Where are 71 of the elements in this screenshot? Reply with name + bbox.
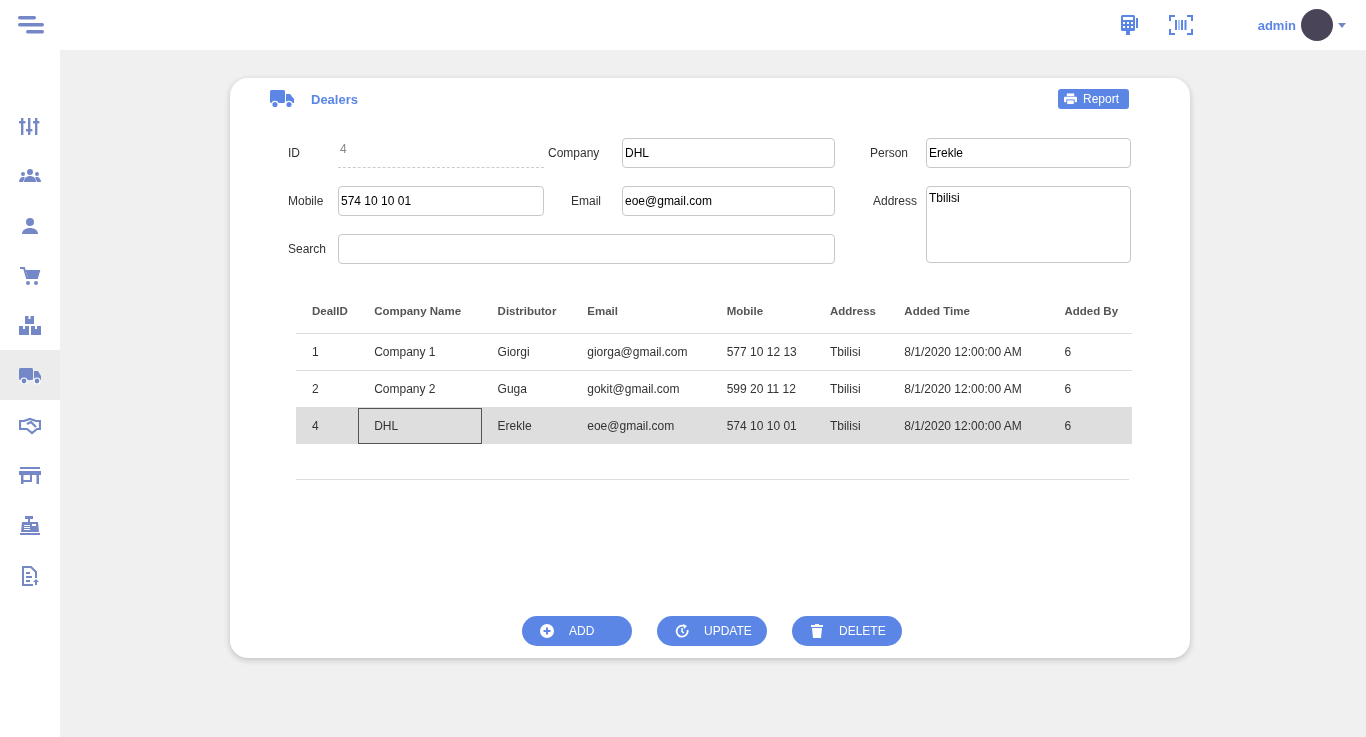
column-header[interactable]: Added Time bbox=[888, 288, 1049, 334]
caret-icon[interactable] bbox=[1338, 22, 1346, 28]
cart-icon bbox=[19, 264, 41, 286]
field-label: Mobile bbox=[288, 194, 325, 208]
menu-icon[interactable] bbox=[18, 16, 44, 34]
refresh-icon bbox=[675, 624, 689, 638]
column-header[interactable]: Address bbox=[813, 288, 889, 334]
field-label: Company bbox=[547, 146, 601, 160]
page-title: Dealers bbox=[311, 91, 358, 107]
column-header[interactable]: Added By bbox=[1048, 288, 1132, 334]
username[interactable]: admin bbox=[1257, 17, 1296, 33]
table-cell: Tbilisi bbox=[813, 333, 889, 371]
table-cell: Guga bbox=[481, 370, 572, 408]
table-cell: DHL bbox=[358, 407, 482, 444]
delete-button[interactable]: DELETE bbox=[792, 616, 902, 646]
table-row[interactable]: 2 Company 2 Guga gokit@gmail.com 599 20 11 12 Tbilisi 8/1/2020 12:00:00 AM 6 bbox=[296, 370, 1132, 408]
table-cell: 8/1/2020 12:00:00 AM bbox=[888, 370, 1049, 408]
table-cell: 1 bbox=[296, 333, 359, 371]
table-cell: 577 10 12 13 bbox=[710, 333, 814, 371]
table-cell: 8/1/2020 12:00:00 AM bbox=[888, 407, 1049, 444]
table-cell: 4 bbox=[296, 407, 359, 444]
person-field[interactable]: Erekle bbox=[926, 138, 1131, 168]
table-cell: 6 bbox=[1048, 407, 1132, 444]
table-cell: giorga@gmail.com bbox=[571, 333, 711, 371]
mobile-field[interactable]: 574 10 10 01 bbox=[338, 186, 544, 216]
company-field[interactable]: DHL bbox=[622, 138, 835, 168]
email-field[interactable]: eoe@gmail.com bbox=[622, 186, 835, 216]
table-cell: 574 10 10 01 bbox=[710, 407, 814, 444]
table-cell: 2 bbox=[296, 370, 359, 408]
table-cell: eoe@gmail.com bbox=[571, 407, 711, 444]
boxes-icon bbox=[19, 314, 41, 336]
printer-icon bbox=[1063, 93, 1077, 105]
field-label: ID bbox=[288, 146, 301, 160]
table-cell: Giorgi bbox=[481, 333, 572, 371]
table-cell: gokit@gmail.com bbox=[571, 370, 711, 408]
table-cell: Tbilisi bbox=[813, 407, 889, 444]
add-button[interactable]: ADD bbox=[522, 616, 632, 646]
address-field[interactable]: Tbilisi bbox=[926, 186, 1131, 263]
column-header[interactable]: Distributor bbox=[481, 288, 572, 334]
table-cell: 6 bbox=[1048, 333, 1132, 371]
truck-icon bbox=[270, 90, 294, 108]
trash-icon bbox=[810, 624, 824, 638]
avatar[interactable] bbox=[1301, 9, 1333, 41]
column-header[interactable]: Email bbox=[571, 288, 711, 334]
table-row[interactable]: 1 Company 1 Giorgi giorga@gmail.com 577 10 12 13 Tbilisi 8/1/2020 12:00:00 AM 6 bbox=[296, 333, 1132, 371]
table-cell: Erekle bbox=[481, 407, 572, 444]
field-label: Search bbox=[288, 242, 328, 256]
id-field: 4 bbox=[338, 138, 544, 168]
field-label: Person bbox=[869, 146, 910, 160]
field-label: Address bbox=[872, 194, 919, 208]
cash-register-icon bbox=[19, 514, 41, 536]
table-cell: Company 2 bbox=[358, 370, 482, 408]
report-button[interactable]: Report bbox=[1057, 89, 1129, 109]
store-icon bbox=[19, 464, 41, 486]
calculator-icon[interactable] bbox=[1120, 15, 1139, 35]
table-cell: 8/1/2020 12:00:00 AM bbox=[888, 333, 1049, 371]
table-cell: 6 bbox=[1048, 370, 1132, 408]
plus-circle-icon bbox=[540, 624, 554, 638]
update-button[interactable]: UPDATE bbox=[657, 616, 767, 646]
table-cell: Tbilisi bbox=[813, 370, 889, 408]
table-cell: 599 20 11 12 bbox=[710, 370, 814, 408]
field-label: Email bbox=[570, 194, 602, 208]
table-row[interactable]: 4 DHL Erekle eoe@gmail.com 574 10 10 01 Tbilisi 8/1/2020 12:00:00 AM 6 bbox=[296, 407, 1132, 444]
document-upload-icon bbox=[19, 564, 41, 586]
barcode-scanner-icon[interactable] bbox=[1168, 15, 1193, 35]
column-header[interactable]: DealID bbox=[296, 288, 359, 334]
column-header[interactable]: Mobile bbox=[710, 288, 814, 334]
search-field[interactable] bbox=[338, 234, 835, 264]
table-cell: Company 1 bbox=[358, 333, 482, 371]
sidebar-item[interactable] bbox=[0, 350, 60, 400]
column-header[interactable]: Company Name bbox=[358, 288, 482, 334]
